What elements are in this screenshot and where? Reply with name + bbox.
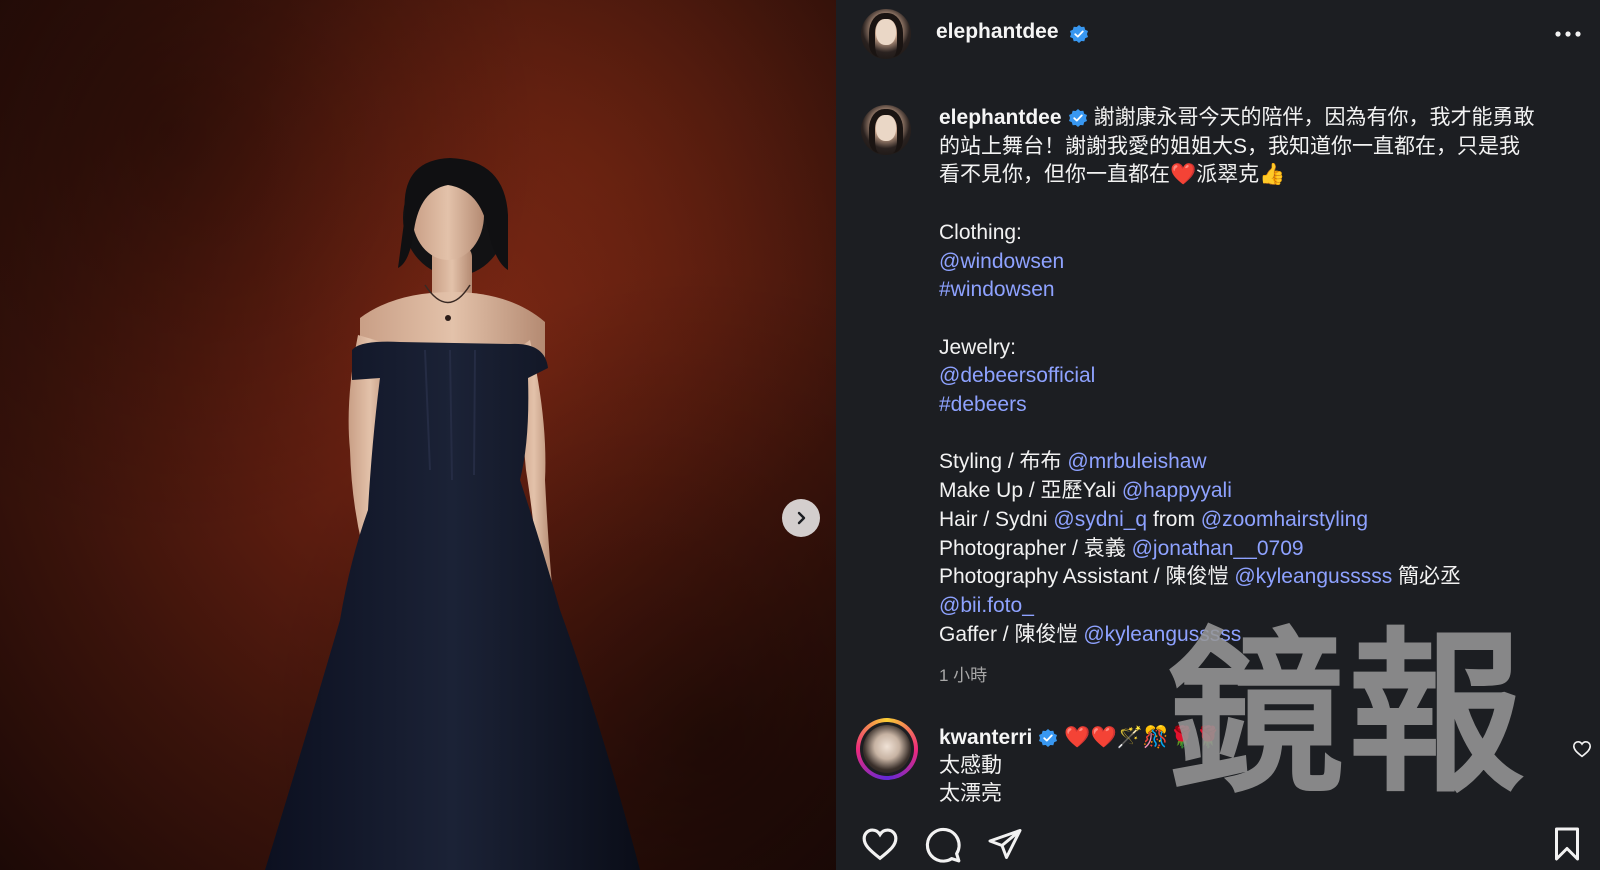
author-username[interactable]: elephantdee bbox=[936, 20, 1059, 43]
hair-label: Hair / Sydni bbox=[939, 507, 1048, 531]
comment-text-emoji: ❤️❤️🪄🎊🌹🌹 bbox=[1064, 726, 1222, 749]
hair-salon-mention-link[interactable]: @zoomhairstyling bbox=[1201, 508, 1368, 531]
photographer-mention-link[interactable]: @jonathan__0709 bbox=[1132, 537, 1304, 560]
makeup-mention-link[interactable]: @happyyali bbox=[1122, 479, 1232, 502]
caption-line-1: elephantdee 謝謝康永哥今天的陪伴，因為有你，我才能勇敢 bbox=[939, 104, 1579, 133]
verified-badge-icon bbox=[1039, 729, 1058, 748]
caption-text-line-2: 的站上舞台！謝謝我愛的姐姐大S，我知道你一直都在，只是我 bbox=[939, 134, 1521, 158]
post-timestamp[interactable]: 1 小時 bbox=[939, 661, 987, 686]
jewelry-mention-link[interactable]: @debeersofficial bbox=[939, 364, 1095, 387]
comment-text-line-2: 太感動 bbox=[939, 754, 1002, 777]
jewelry-hashtag-link[interactable]: #debeers bbox=[939, 393, 1027, 416]
comment-text-line-3: 太漂亮 bbox=[939, 782, 1002, 805]
avatar-hair bbox=[869, 13, 903, 57]
paper-plane-icon[interactable] bbox=[986, 826, 1024, 862]
styling-mention-link[interactable]: @mrbuleishaw bbox=[1067, 450, 1206, 473]
assistant-mention-link-2[interactable]: @bii.foto_ bbox=[939, 594, 1034, 617]
makeup-label: Make Up / 亞歷Yali bbox=[939, 479, 1116, 503]
styling-label: Styling / 布布 bbox=[939, 450, 1062, 474]
instagram-post-view: elephantdee elephantdee 謝謝康永哥今天的陪伴，因為有你，… bbox=[0, 0, 1600, 870]
clothing-hashtag-link[interactable]: #windowsen bbox=[939, 278, 1055, 301]
post-action-bar bbox=[836, 820, 1600, 870]
more-options-button[interactable] bbox=[1550, 22, 1586, 46]
comment: kwanterri ❤️❤️🪄🎊🌹🌹 太感動 太漂亮 bbox=[939, 724, 1499, 808]
caption-username[interactable]: elephantdee bbox=[939, 106, 1062, 129]
verified-badge-icon bbox=[1070, 24, 1088, 43]
post-caption: elephantdee 謝謝康永哥今天的陪伴，因為有你，我才能勇敢 的站上舞台！… bbox=[939, 104, 1579, 649]
commenter-username[interactable]: kwanterri bbox=[939, 726, 1032, 749]
bookmark-icon[interactable] bbox=[1551, 826, 1583, 862]
commenter-avatar-photo bbox=[863, 725, 911, 773]
caption-text-line-1: 謝謝康永哥今天的陪伴，因為有你，我才能勇敢 bbox=[1093, 106, 1535, 129]
gaffer-mention-link[interactable]: @kyleangusssss bbox=[1083, 623, 1241, 646]
author-avatar[interactable] bbox=[861, 9, 911, 59]
post-details-panel: elephantdee elephantdee 謝謝康永哥今天的陪伴，因為有你，… bbox=[836, 0, 1600, 870]
commenter-avatar bbox=[860, 722, 914, 776]
caption-author-avatar[interactable] bbox=[861, 105, 911, 155]
photo-woman-in-black-gown bbox=[265, 158, 640, 870]
speech-bubble-icon[interactable] bbox=[924, 826, 962, 864]
photographer-label: Photographer / 袁義 bbox=[939, 536, 1126, 560]
caption-text-line-3: 看不見你，但你一直都在❤️派翠克👍 bbox=[939, 163, 1286, 187]
clothing-label: Clothing: bbox=[939, 220, 1022, 244]
post-header: elephantdee bbox=[836, 0, 1600, 70]
gaffer-label: Gaffer / 陳俊愷 bbox=[939, 622, 1078, 646]
hair-from-text: from bbox=[1152, 507, 1195, 531]
clothing-mention-link[interactable]: @windowsen bbox=[939, 250, 1064, 273]
post-photo[interactable] bbox=[0, 0, 836, 870]
next-photo-button[interactable] bbox=[782, 499, 820, 537]
author-username-row[interactable]: elephantdee bbox=[936, 20, 1089, 44]
hair-mention-link[interactable]: @sydni_q bbox=[1053, 508, 1147, 531]
avatar-hair bbox=[869, 109, 903, 153]
comment-like-heart-icon[interactable] bbox=[1572, 740, 1592, 758]
assistant-label: Photography Assistant / 陳俊愷 bbox=[939, 565, 1229, 589]
assistant-mention-link[interactable]: @kyleangusssss bbox=[1234, 565, 1392, 588]
chevron-right-icon bbox=[797, 511, 806, 525]
heart-icon[interactable] bbox=[861, 826, 899, 862]
commenter-avatar-story-ring[interactable] bbox=[856, 718, 918, 780]
jewelry-label: Jewelry: bbox=[939, 335, 1017, 359]
verified-badge-icon bbox=[1068, 109, 1087, 128]
more-horizontal-icon bbox=[1555, 31, 1581, 37]
assistant-extra-name: 簡必丞 bbox=[1398, 565, 1462, 589]
